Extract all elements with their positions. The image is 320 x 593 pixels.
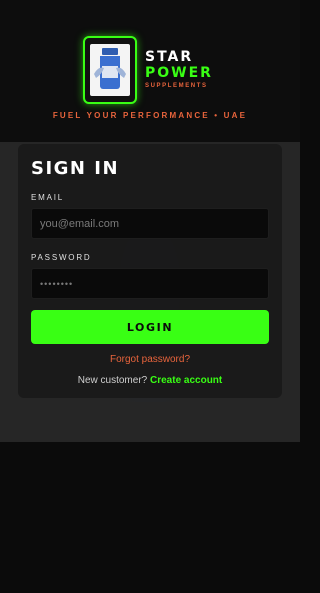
- brand-line-star: STAR: [145, 49, 194, 65]
- new-customer-text: New customer?: [77, 375, 148, 386]
- brand-wordmark: STAR POWER SUPPLEMENTS: [145, 49, 213, 89]
- login-button[interactable]: LOGIN: [31, 310, 269, 344]
- email-field[interactable]: you@email.com: [31, 208, 269, 239]
- app-header: STAR POWER SUPPLEMENTS FUEL YOUR PERFORM…: [0, 0, 300, 142]
- password-label: PASSWORD: [31, 253, 92, 262]
- page-footer-area: [0, 442, 300, 593]
- brand-line-supplements: SUPPLEMENTS: [145, 83, 208, 89]
- brand-line-power: POWER: [145, 65, 213, 81]
- new-customer-row: New customer? Create account: [31, 375, 269, 386]
- create-account-link[interactable]: Create account: [150, 375, 222, 386]
- signin-title: SIGN IN: [31, 158, 120, 179]
- email-placeholder: you@email.com: [40, 217, 120, 230]
- brand-tagline: FUEL YOUR PERFORMANCE • UAE: [52, 111, 248, 120]
- signin-card: SIGN IN EMAIL you@email.com PASSWORD •••…: [18, 144, 282, 398]
- password-field[interactable]: ••••••••: [31, 268, 269, 299]
- supplement-jar-icon: [90, 44, 130, 96]
- password-placeholder: ••••••••: [40, 278, 74, 289]
- brand-logo[interactable]: [83, 36, 137, 104]
- email-label: EMAIL: [31, 193, 65, 202]
- forgot-password-link[interactable]: Forgot password?: [31, 354, 269, 365]
